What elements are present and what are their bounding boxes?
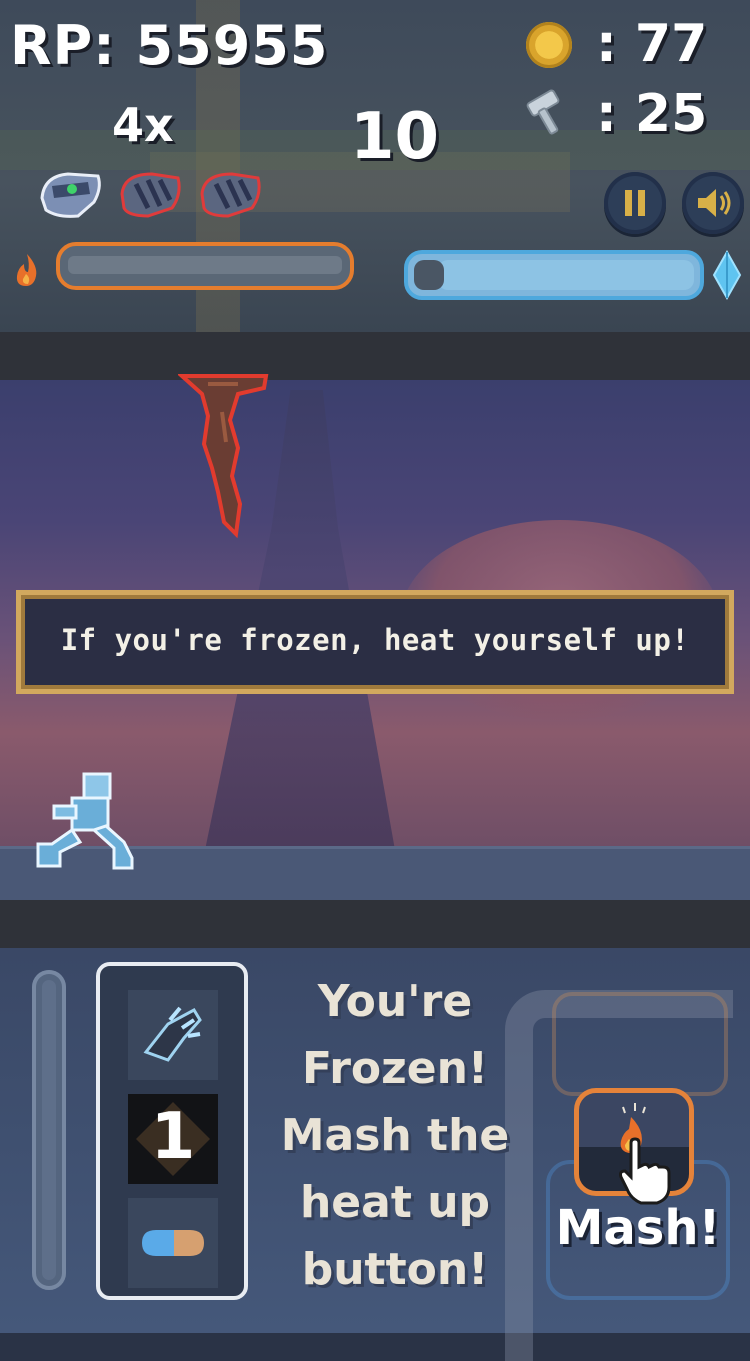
frost-bar: [404, 250, 704, 300]
rp-score: RP: 55955: [10, 14, 329, 77]
crystal-icon: [712, 250, 742, 300]
instruction-line: Frozen!: [301, 1043, 488, 1094]
hammer-count: : 25: [596, 84, 708, 144]
inventory-slot-counter[interactable]: 1: [128, 1094, 218, 1184]
hammer-icon: [526, 89, 560, 135]
pointer-hand-icon: [619, 1137, 671, 1205]
inventory-slot-glove[interactable]: [128, 990, 218, 1080]
faded-button-outline: [552, 992, 728, 1096]
heat-up-button[interactable]: [574, 1088, 694, 1205]
inventory-slot-pill[interactable]: [128, 1198, 218, 1288]
instruction-line: You're: [317, 976, 473, 1027]
sound-icon: [698, 189, 731, 217]
pause-icon: [625, 190, 645, 216]
coin-icon: [526, 22, 572, 68]
ceiling-band: [0, 332, 750, 380]
action-slider[interactable]: [32, 970, 66, 1290]
tutorial-message: If you're frozen, heat yourself up!: [60, 623, 690, 657]
pill-icon: [142, 1230, 204, 1256]
instruction-text: You're Frozen! Mash the heat up button!: [270, 968, 520, 1303]
combo-multiplier: 4x: [112, 98, 174, 152]
inventory-panel: 1: [96, 962, 248, 1300]
instruction-line: button!: [301, 1244, 489, 1295]
inventory-count: 1: [150, 1100, 196, 1174]
frozen-player-character: [36, 772, 134, 870]
coin-count: : 77: [596, 14, 708, 74]
sound-button[interactable]: [682, 172, 744, 234]
glove-icon: [200, 172, 261, 218]
instruction-line: Mash the: [280, 1110, 510, 1161]
tutorial-banner: If you're frozen, heat yourself up!: [16, 590, 734, 694]
flame-icon: [16, 254, 37, 286]
heat-bar: [56, 242, 354, 290]
instruction-line: heat up: [299, 1177, 491, 1228]
mash-label: Mash!: [555, 1200, 721, 1256]
glove-icon: [120, 172, 181, 218]
pause-button[interactable]: [604, 172, 666, 234]
stalactite-hazard: [178, 374, 269, 539]
ice-glove-icon: [143, 1006, 202, 1062]
floor-band: [0, 900, 750, 948]
helmet-icon: [40, 172, 101, 218]
hit-counter: 10: [350, 100, 440, 174]
